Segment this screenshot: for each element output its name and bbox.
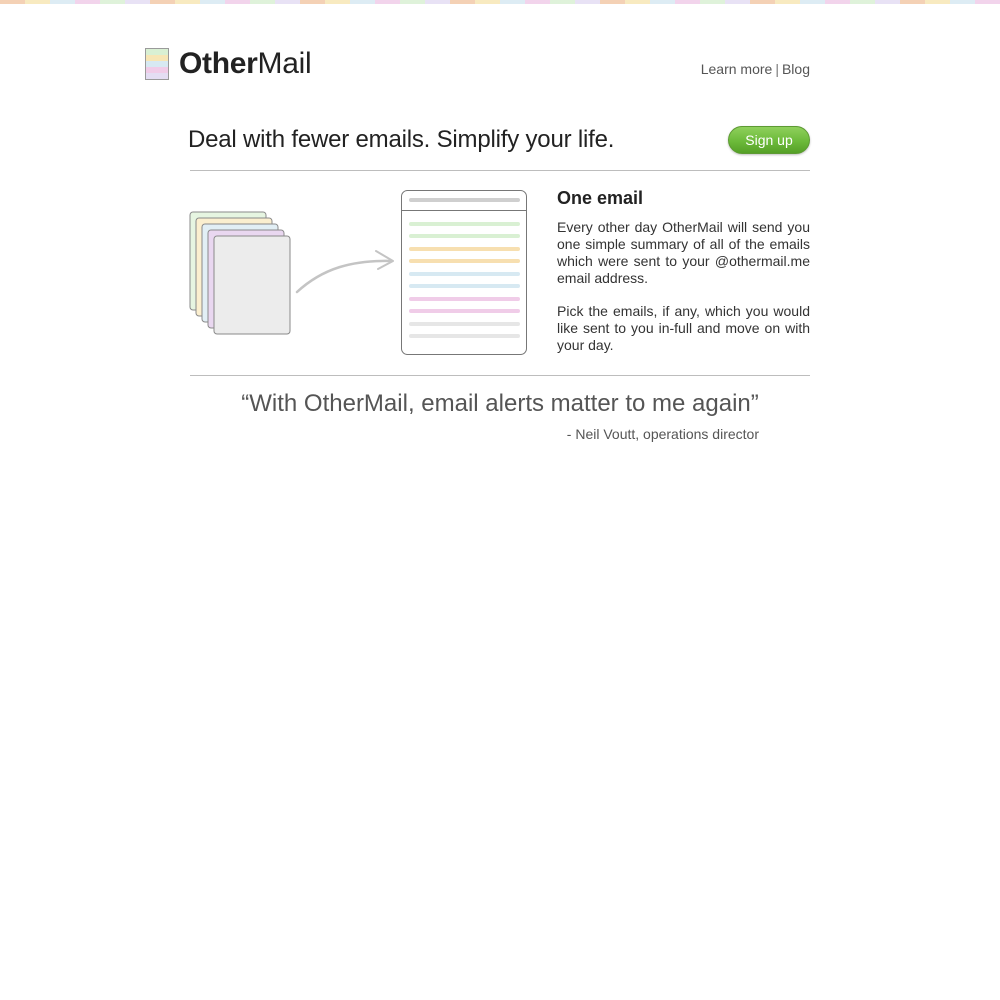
logo[interactable]: OtherMail bbox=[145, 47, 312, 81]
divider-bottom bbox=[190, 375, 810, 376]
feature-title: One email bbox=[557, 188, 644, 208]
arrow-icon bbox=[295, 250, 394, 294]
testimonial-attribution: - Neil Voutt, operations director bbox=[566, 426, 759, 442]
testimonial-quote: “With OtherMail, email alerts matter to … bbox=[241, 390, 759, 417]
sign-up-button[interactable]: Sign up bbox=[728, 126, 810, 154]
feature-description: Every other day OtherMail will send you … bbox=[557, 219, 810, 286]
tagline: Deal with fewer emails. Simplify your li… bbox=[188, 126, 615, 153]
nav-separator: | bbox=[775, 61, 779, 77]
divider-top bbox=[190, 170, 810, 171]
many-emails-to-one-summary-illustration bbox=[189, 190, 527, 355]
learn-more-link[interactable]: Learn more bbox=[701, 61, 773, 77]
blog-link[interactable]: Blog bbox=[782, 61, 810, 77]
logo-text-light: Mail bbox=[257, 47, 312, 80]
top-nav: Learn more | Blog bbox=[701, 61, 810, 77]
logo-text: OtherMail bbox=[179, 47, 312, 81]
email-stack-icon bbox=[189, 211, 291, 335]
logo-text-bold: Other bbox=[179, 47, 258, 80]
feature-description-2: Pick the emails, if any, which you would… bbox=[557, 303, 810, 353]
summary-email-icon bbox=[401, 190, 527, 355]
logo-icon bbox=[145, 48, 169, 80]
decorative-top-stripe bbox=[0, 0, 1000, 4]
